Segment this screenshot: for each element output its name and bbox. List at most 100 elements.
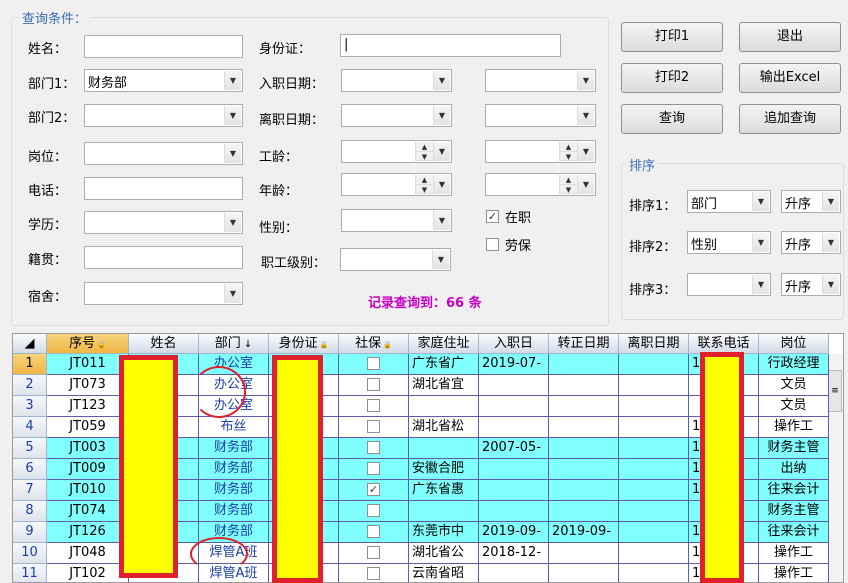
grid-cell[interactable]: 布丝 xyxy=(199,417,269,438)
onjob-checkbox[interactable]: ✓ xyxy=(486,210,499,223)
chevron-down-icon[interactable]: ▼ xyxy=(224,106,241,125)
native-input[interactable] xyxy=(84,246,243,269)
grid-cell[interactable] xyxy=(339,375,409,396)
grid-cell[interactable]: 2019-09- xyxy=(549,522,619,543)
grid-cell[interactable] xyxy=(619,543,689,564)
grid-cell[interactable] xyxy=(479,417,549,438)
grid-cell[interactable]: 2019-07- xyxy=(479,354,549,375)
social-security-checkbox[interactable] xyxy=(367,378,380,391)
grid-cell[interactable] xyxy=(619,375,689,396)
column-header[interactable]: 姓名 xyxy=(129,334,199,354)
grid-cell[interactable] xyxy=(479,564,549,582)
hire-date-to[interactable]: ▼ xyxy=(485,69,596,92)
grid-cell[interactable]: 往来会计 xyxy=(759,522,829,543)
grid-cell[interactable] xyxy=(339,417,409,438)
grid-cell[interactable] xyxy=(549,459,619,480)
social-security-checkbox[interactable] xyxy=(367,546,380,559)
grid-cell[interactable]: JT059 xyxy=(47,417,129,438)
grid-cell[interactable]: 广东省广 xyxy=(409,354,479,375)
leave-date-to[interactable]: ▼ xyxy=(485,104,596,127)
grid-cell[interactable]: JT048 xyxy=(47,543,129,564)
grid-cell[interactable]: JT074 xyxy=(47,501,129,522)
grid-cell[interactable]: JT102 xyxy=(47,564,129,582)
chevron-down-icon[interactable]: ▼ xyxy=(752,275,769,294)
grid-cell[interactable] xyxy=(619,564,689,582)
spinner-icon[interactable]: ▲ ▼ xyxy=(559,142,577,161)
grid-cell[interactable]: JT073 xyxy=(47,375,129,396)
grid-cell[interactable] xyxy=(549,354,619,375)
grid-cell[interactable] xyxy=(479,459,549,480)
column-header[interactable]: 身份证 🔒 xyxy=(269,334,339,354)
chevron-down-icon[interactable]: ▼ xyxy=(577,142,594,161)
row-header[interactable]: 4 xyxy=(13,417,47,438)
grid-cell[interactable]: 出纳 xyxy=(759,459,829,480)
column-header[interactable]: 联系电话 xyxy=(689,334,759,354)
social-security-checkbox[interactable] xyxy=(367,462,380,475)
grid-cell[interactable] xyxy=(339,564,409,582)
chevron-down-icon[interactable]: ▼ xyxy=(224,71,241,90)
grid-cell[interactable]: 2018-12- xyxy=(479,543,549,564)
column-header[interactable]: 家庭住址 xyxy=(409,334,479,354)
row-header[interactable]: 5 xyxy=(13,438,47,459)
chevron-down-icon[interactable]: ▼ xyxy=(433,175,450,194)
grid-cell[interactable] xyxy=(339,438,409,459)
sort2-order[interactable]: 升序 ▼ xyxy=(781,231,841,254)
grid-cell[interactable]: 广东省惠 xyxy=(409,480,479,501)
grid-cell[interactable] xyxy=(619,522,689,543)
grid-cell[interactable]: 云南省昭 xyxy=(409,564,479,582)
idcard-input[interactable]: | xyxy=(340,34,561,57)
spinner-icon[interactable]: ▲ ▼ xyxy=(415,142,433,161)
grid-cell[interactable] xyxy=(549,438,619,459)
chevron-down-icon[interactable]: ▼ xyxy=(224,144,241,163)
grid-cell[interactable] xyxy=(479,375,549,396)
grid-cell[interactable] xyxy=(339,354,409,375)
grid-cell[interactable] xyxy=(549,564,619,582)
grid-cell[interactable] xyxy=(479,480,549,501)
grid-cell[interactable]: 财务主管 xyxy=(759,501,829,522)
grid-cell[interactable] xyxy=(619,354,689,375)
row-header[interactable]: 10 xyxy=(13,543,47,564)
grid-cell[interactable] xyxy=(549,501,619,522)
chevron-down-icon[interactable]: ▼ xyxy=(432,250,449,269)
grid-cell[interactable] xyxy=(549,375,619,396)
grid-cell[interactable]: JT003 xyxy=(47,438,129,459)
grid-cell[interactable]: 财务部 xyxy=(199,501,269,522)
grid-cell[interactable]: JT011 xyxy=(47,354,129,375)
grid-cell[interactable] xyxy=(339,522,409,543)
gender-select[interactable]: ▼ xyxy=(341,209,452,232)
grid-cell[interactable] xyxy=(339,396,409,417)
column-header[interactable]: 社保 🔒 xyxy=(339,334,409,354)
level-select[interactable]: ▼ xyxy=(340,248,451,271)
grid-cell[interactable] xyxy=(479,396,549,417)
name-input[interactable] xyxy=(84,35,243,58)
grid-cell[interactable]: 操作工 xyxy=(759,543,829,564)
grid-cell[interactable]: 操作工 xyxy=(759,564,829,582)
row-header[interactable]: 2 xyxy=(13,375,47,396)
social-security-checkbox[interactable] xyxy=(367,567,380,580)
sort3-select[interactable]: ▼ xyxy=(687,273,771,296)
phone-input[interactable] xyxy=(84,177,243,200)
leave-date-from[interactable]: ▼ xyxy=(341,104,452,127)
scrollbar-thumb[interactable]: ≡ xyxy=(828,370,842,412)
social-security-checkbox[interactable] xyxy=(367,504,380,517)
chevron-down-icon[interactable]: ▼ xyxy=(433,211,450,230)
social-security-checkbox[interactable] xyxy=(367,525,380,538)
column-header[interactable]: 序号 🔒 xyxy=(47,334,129,354)
append-query-button[interactable]: 追加查询 xyxy=(739,104,841,134)
grid-cell[interactable]: 财务部 xyxy=(199,438,269,459)
grid-cell[interactable]: JT123 xyxy=(47,396,129,417)
row-header[interactable]: 8 xyxy=(13,501,47,522)
grid-cell[interactable]: JT010 xyxy=(47,480,129,501)
social-security-checkbox[interactable] xyxy=(367,420,380,433)
grid-cell[interactable]: 操作工 xyxy=(759,417,829,438)
social-security-checkbox[interactable] xyxy=(367,357,380,370)
exit-button[interactable]: 退出 xyxy=(739,22,841,52)
grid-cell[interactable] xyxy=(549,480,619,501)
hire-date-from[interactable]: ▼ xyxy=(341,69,452,92)
grid-corner[interactable]: ◢ xyxy=(13,334,47,354)
row-header[interactable]: 6 xyxy=(13,459,47,480)
print2-button[interactable]: 打印2 xyxy=(621,63,723,93)
chevron-down-icon[interactable]: ▼ xyxy=(822,275,839,294)
spinner-icon[interactable]: ▲ ▼ xyxy=(559,175,577,194)
row-header[interactable]: 7 xyxy=(13,480,47,501)
